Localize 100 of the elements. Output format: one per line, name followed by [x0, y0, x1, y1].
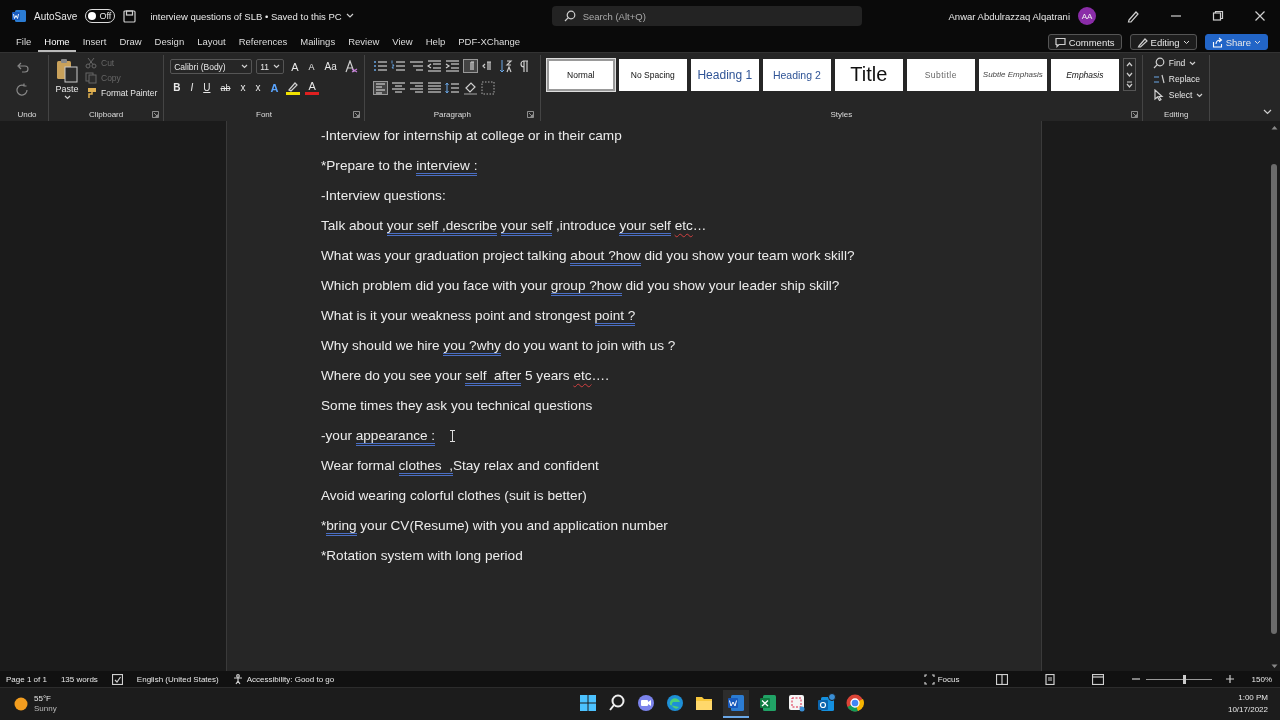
- menu-tab[interactable]: References: [232, 32, 294, 52]
- font-name-field[interactable]: Calibri (Body): [170, 59, 253, 74]
- web-layout-icon[interactable]: [1091, 673, 1104, 685]
- menu-tab[interactable]: Help: [419, 32, 452, 52]
- sort-icon[interactable]: [498, 59, 514, 73]
- zoom-level[interactable]: 150%: [1251, 674, 1272, 684]
- document-paragraph: Avoid wearing colorful clothes (suit is better): [321, 487, 588, 505]
- clock-date[interactable]: 10/17/2022: [1227, 704, 1268, 716]
- menu-tab[interactable]: Mailings: [294, 32, 342, 52]
- align-left-icon[interactable]: [372, 81, 388, 95]
- justify-icon[interactable]: [426, 81, 442, 95]
- accessibility-status[interactable]: Accessibility: Good to go: [232, 673, 335, 685]
- close-icon[interactable]: [1254, 10, 1266, 22]
- highlighter-icon[interactable]: [285, 81, 302, 95]
- search-icon: [563, 10, 576, 22]
- redo-icon[interactable]: [16, 83, 30, 97]
- pen-icon[interactable]: [1126, 9, 1140, 23]
- document-paragraph: *Rotation system with long period: [321, 547, 524, 565]
- search-field[interactable]: Search (Alt+Q): [551, 6, 862, 26]
- temperature: 55°F: [34, 694, 52, 704]
- share-icon: [1211, 36, 1223, 48]
- save-icon[interactable]: [123, 9, 137, 23]
- superscript-button[interactable]: x: [252, 81, 264, 95]
- grow-font-button[interactable]: A: [288, 59, 302, 74]
- bold-button[interactable]: B: [170, 81, 184, 95]
- collapse-ribbon-icon[interactable]: [1263, 109, 1272, 115]
- numbering-icon[interactable]: [390, 59, 406, 73]
- menu-tab[interactable]: Layout: [191, 32, 232, 52]
- menu-tab[interactable]: Draw: [113, 32, 148, 52]
- text-effects-button[interactable]: A: [267, 81, 282, 95]
- scrollbar-thumb[interactable]: [1271, 164, 1277, 634]
- align-center-icon[interactable]: [390, 81, 406, 95]
- word-count[interactable]: 135 words: [60, 674, 98, 684]
- menu-tab[interactable]: Insert: [76, 32, 113, 52]
- bullets-icon[interactable]: [372, 59, 388, 73]
- shrink-font-button[interactable]: A: [305, 59, 318, 74]
- sun-icon[interactable]: [14, 697, 28, 711]
- proofing-icon[interactable]: [111, 673, 123, 685]
- format-painter-button[interactable]: Format Painter: [85, 87, 158, 99]
- user-avatar[interactable]: AA: [1078, 7, 1096, 25]
- menu-tab[interactable]: PDF-XChange: [452, 32, 527, 52]
- dialog-launcher-icon[interactable]: [1130, 111, 1138, 118]
- scroll-down-icon[interactable]: [1270, 664, 1278, 669]
- restore-icon[interactable]: [1212, 10, 1224, 22]
- menu-tab[interactable]: File: [10, 32, 38, 52]
- focus-button[interactable]: Focus: [923, 673, 960, 685]
- style-option[interactable]: Subtle Emphasis: [978, 58, 1047, 91]
- scroll-down-icon[interactable]: [1124, 70, 1134, 79]
- style-option[interactable]: Title: [834, 58, 903, 91]
- align-right-icon[interactable]: [408, 81, 424, 95]
- font-color-button[interactable]: A: [305, 81, 319, 95]
- share-button[interactable]: Share: [1204, 34, 1268, 50]
- menu-tab[interactable]: View: [386, 32, 419, 52]
- style-option[interactable]: Emphasis: [1050, 58, 1119, 91]
- dialog-launcher-icon[interactable]: [152, 111, 160, 118]
- read-mode-icon[interactable]: [995, 673, 1008, 685]
- comments-button[interactable]: Comments: [1047, 34, 1122, 50]
- language-status[interactable]: English (United States): [136, 674, 219, 684]
- decrease-indent-icon[interactable]: [426, 59, 442, 73]
- plus-icon[interactable]: [1225, 675, 1234, 683]
- menu-tab[interactable]: Review: [342, 32, 386, 52]
- paste-button[interactable]: Paste: [55, 57, 79, 100]
- scroll-up-icon[interactable]: [1270, 125, 1278, 130]
- change-case-button[interactable]: Aa: [321, 59, 340, 74]
- style-option[interactable]: Heading 2: [762, 58, 831, 91]
- underline-button[interactable]: U: [200, 81, 214, 95]
- style-option[interactable]: Heading 1: [690, 58, 759, 91]
- select-button[interactable]: Select: [1152, 89, 1204, 101]
- shading-icon[interactable]: [462, 81, 478, 95]
- clock-time[interactable]: 1:00 PM: [1238, 692, 1268, 704]
- dialog-launcher-icon[interactable]: [526, 111, 534, 118]
- chevron-down-icon: [1189, 60, 1197, 66]
- print-layout-icon[interactable]: [1043, 673, 1056, 685]
- zoom-slider[interactable]: [1182, 674, 1186, 684]
- document-title[interactable]: interview questions of SLB • Saved to this PC: [150, 10, 354, 22]
- scroll-up-icon[interactable]: [1124, 60, 1134, 69]
- strikethrough-button[interactable]: ab: [217, 81, 234, 95]
- dialog-launcher-icon[interactable]: [352, 111, 360, 118]
- italic-button[interactable]: I: [187, 81, 197, 95]
- style-option[interactable]: Normal: [546, 58, 615, 91]
- minus-icon[interactable]: [1131, 675, 1140, 683]
- page-count[interactable]: Page 1 of 1: [6, 674, 47, 684]
- document-paragraph: *bring your CV(Resume) with you and application number: [321, 511, 1041, 541]
- increase-indent-icon[interactable]: [444, 59, 460, 73]
- replace-button[interactable]: Replace: [1152, 73, 1204, 85]
- subscript-button[interactable]: x: [237, 81, 249, 95]
- more-styles-icon[interactable]: [1124, 80, 1134, 89]
- editing-mode-button[interactable]: Editing: [1129, 34, 1197, 50]
- menu-tab[interactable]: Design: [148, 32, 191, 52]
- font-size-field[interactable]: 11: [256, 59, 285, 74]
- clear-formatting-icon[interactable]: [343, 60, 358, 73]
- document-paragraph: What was your graduation project talking about ?how did you show your team work skill?: [321, 241, 1041, 271]
- pointer-icon: [1152, 89, 1165, 101]
- multilevel-list-icon[interactable]: [408, 59, 424, 73]
- taskbar-app[interactable]: [722, 690, 749, 718]
- undo-icon[interactable]: [16, 61, 30, 73]
- find-button[interactable]: Find: [1152, 57, 1204, 69]
- style-option[interactable]: Subtitle: [906, 58, 975, 91]
- line-spacing-icon[interactable]: [444, 81, 460, 95]
- style-option[interactable]: No Spacing: [618, 58, 687, 91]
